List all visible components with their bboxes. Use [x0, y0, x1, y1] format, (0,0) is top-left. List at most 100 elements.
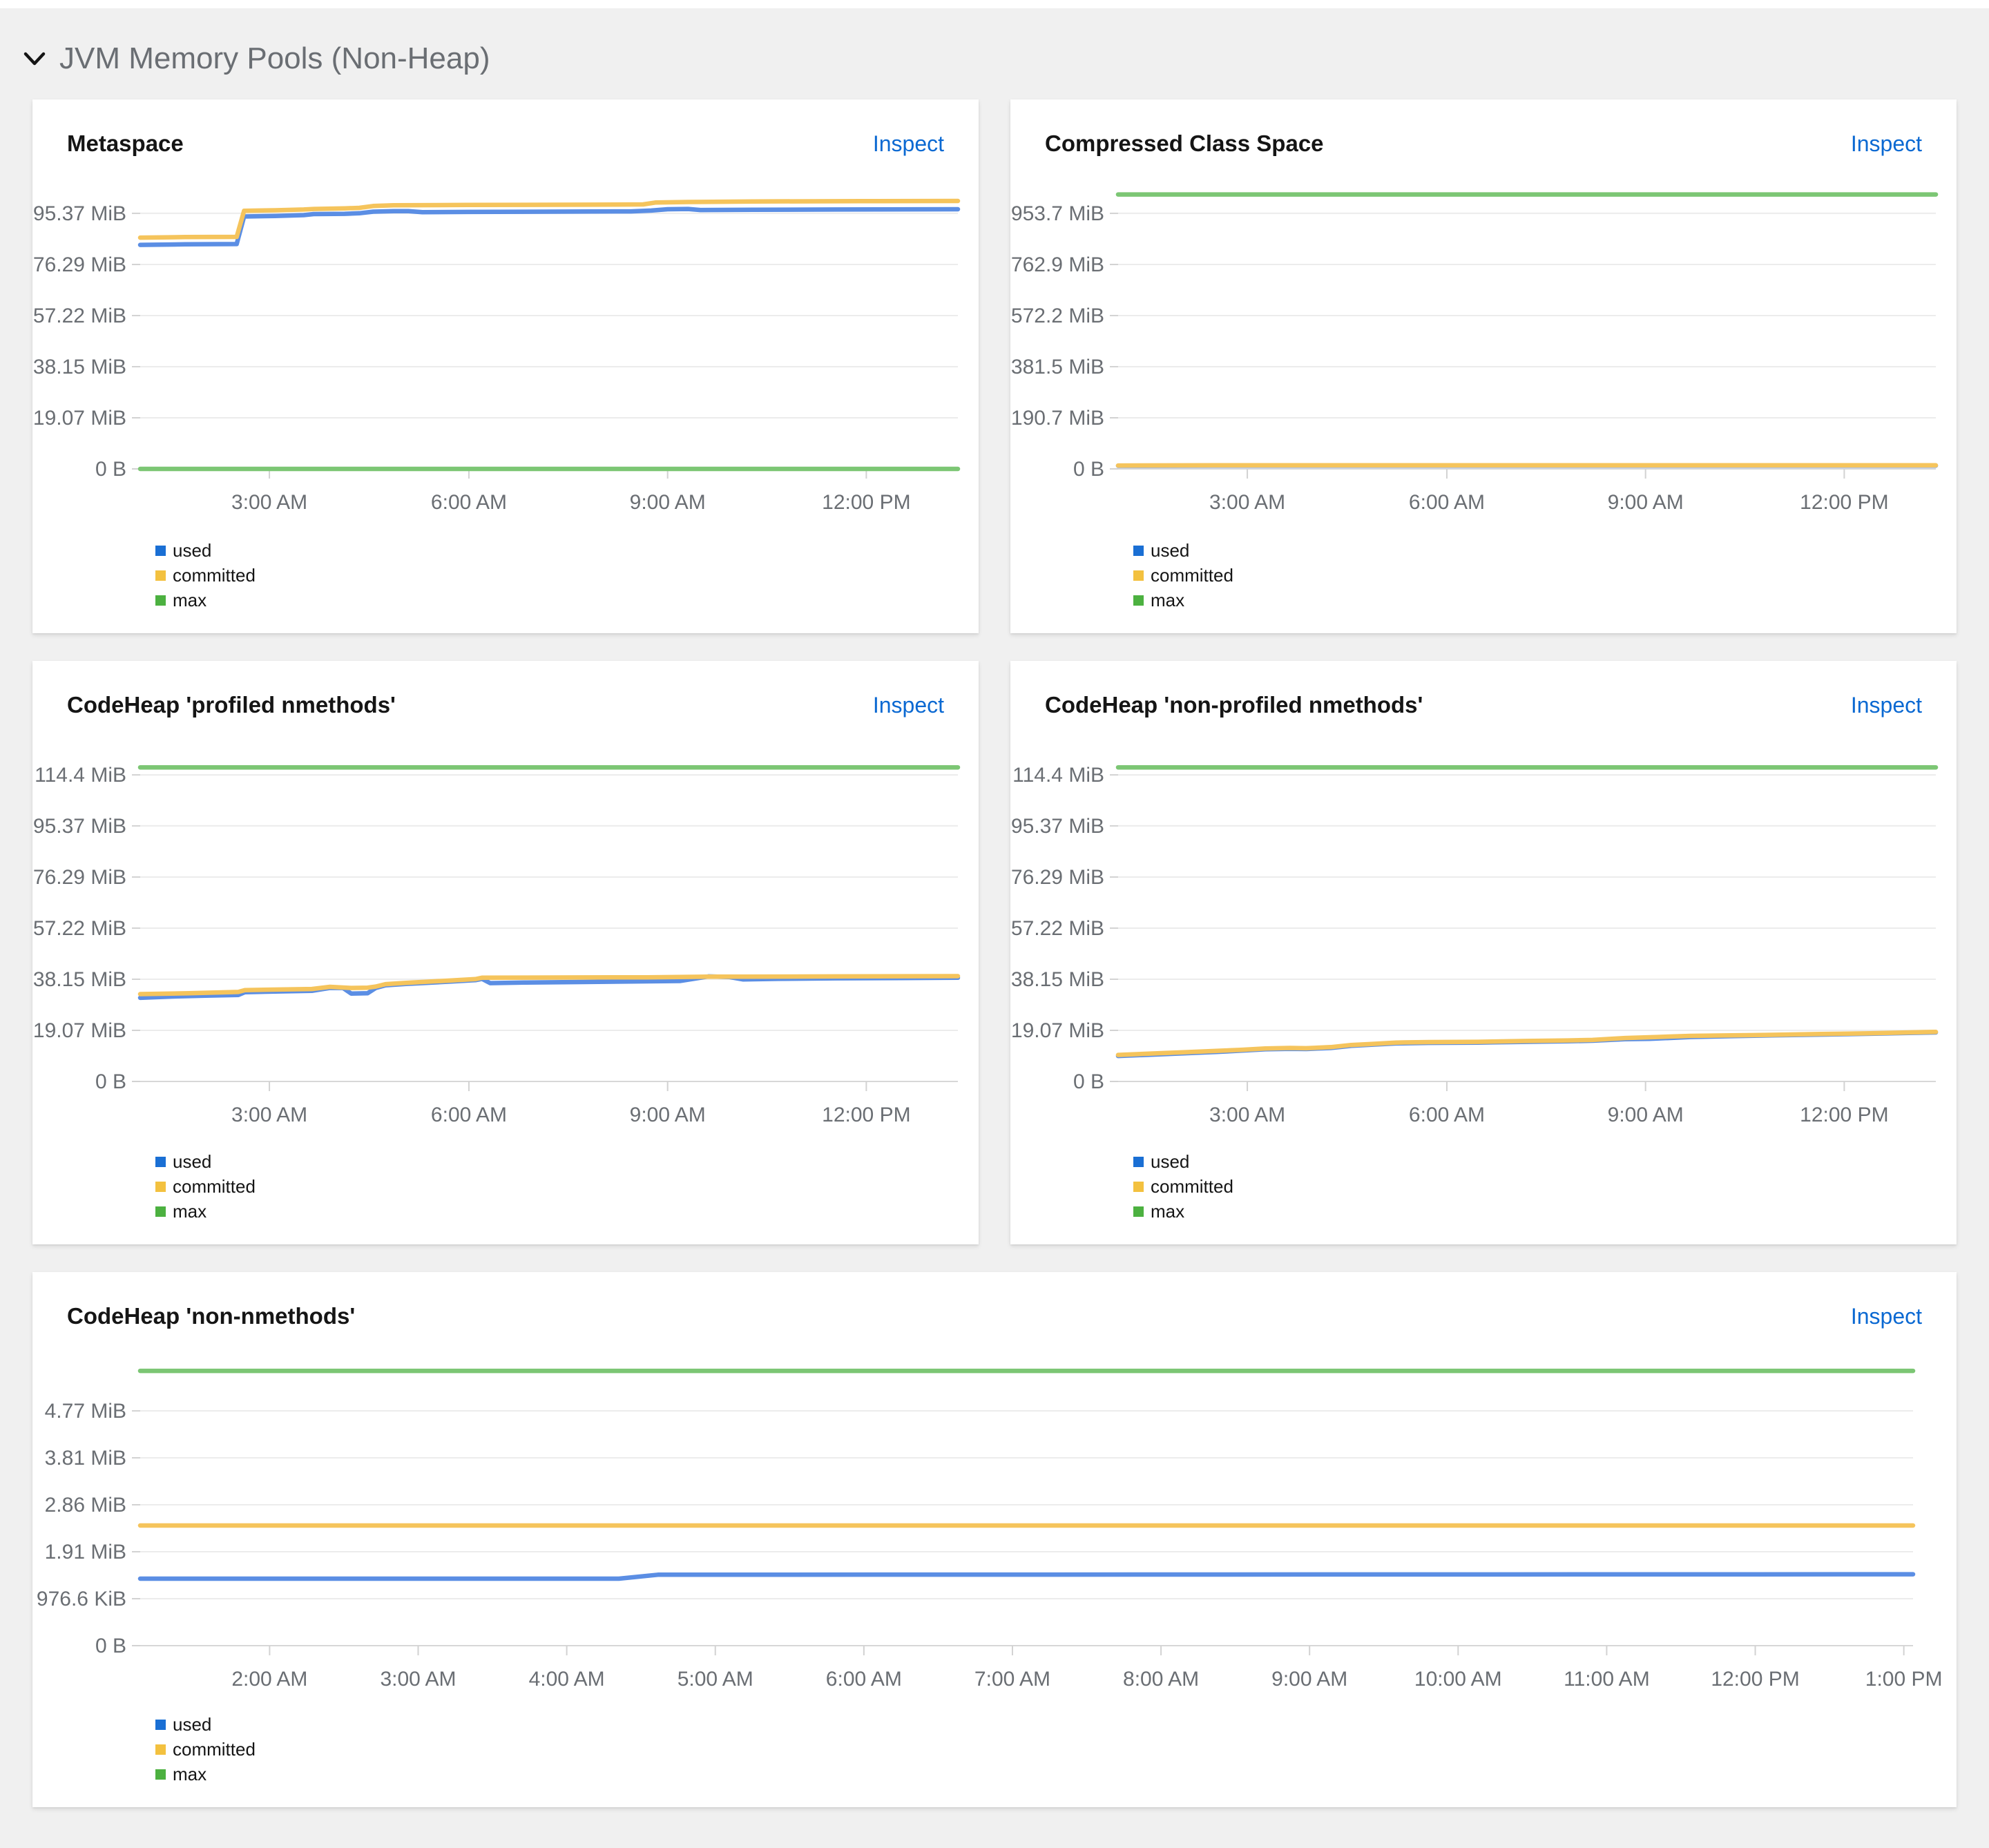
svg-text:381.5 MiB: 381.5 MiB	[1011, 356, 1104, 378]
committed-swatch-icon	[155, 570, 166, 581]
legend-item-committed: committed	[155, 1737, 1952, 1762]
svg-text:57.22 MiB: 57.22 MiB	[33, 917, 126, 940]
inspect-link[interactable]: Inspect	[1851, 131, 1922, 157]
svg-text:6:00 AM: 6:00 AM	[826, 1668, 902, 1691]
svg-text:2:00 AM: 2:00 AM	[231, 1668, 307, 1691]
svg-text:38.15 MiB: 38.15 MiB	[33, 356, 126, 378]
svg-text:8:00 AM: 8:00 AM	[1123, 1668, 1199, 1691]
committed-swatch-icon	[155, 1744, 166, 1755]
used-swatch-icon	[155, 1156, 166, 1167]
svg-text:12:00 PM: 12:00 PM	[1800, 491, 1888, 514]
svg-text:9:00 AM: 9:00 AM	[630, 491, 706, 514]
inspect-link[interactable]: Inspect	[873, 693, 944, 718]
max-swatch-icon	[155, 595, 166, 606]
svg-text:3:00 AM: 3:00 AM	[231, 1104, 307, 1126]
svg-text:0 B: 0 B	[95, 1070, 126, 1093]
max-swatch-icon	[155, 1206, 166, 1217]
used-swatch-icon	[155, 1719, 166, 1730]
legend-item-max: max	[1133, 588, 1952, 613]
used-swatch-icon	[155, 545, 166, 556]
svg-text:0 B: 0 B	[1073, 458, 1104, 481]
svg-text:6:00 AM: 6:00 AM	[1409, 1104, 1485, 1126]
svg-text:19.07 MiB: 19.07 MiB	[33, 1019, 126, 1042]
chart-legend: used committed max	[155, 1712, 1952, 1787]
svg-text:976.6 KiB: 976.6 KiB	[37, 1588, 126, 1610]
panel-compressed-class-space: Compressed Class Space Inspect 0 B 190.7 …	[1010, 99, 1957, 633]
panel-title: CodeHeap 'non-nmethods'	[67, 1303, 356, 1329]
svg-text:9:00 AM: 9:00 AM	[630, 1104, 706, 1126]
codeheap-non-nmethods-chart[interactable]: 0 B 976.6 KiB 1.91 MiB 2.86 MiB 3.81 MiB 4.77…	[37, 1351, 1952, 1705]
svg-text:57.22 MiB: 57.22 MiB	[33, 305, 126, 327]
svg-text:19.07 MiB: 19.07 MiB	[33, 407, 126, 430]
svg-text:95.37 MiB: 95.37 MiB	[1011, 815, 1104, 838]
panel-metaspace: Metaspace Inspect 0 B 19.07 MiB 38.15 MiB 5…	[32, 99, 979, 633]
previous-panel-edge	[0, 0, 1989, 8]
legend-item-committed: committed	[1133, 563, 1952, 588]
svg-text:4.77 MiB: 4.77 MiB	[45, 1400, 126, 1423]
chart-legend: used committed max	[1133, 1149, 1952, 1224]
svg-text:3:00 AM: 3:00 AM	[1209, 1104, 1285, 1126]
svg-text:38.15 MiB: 38.15 MiB	[1011, 968, 1104, 991]
svg-text:4:00 AM: 4:00 AM	[529, 1668, 605, 1691]
svg-text:11:00 AM: 11:00 AM	[1564, 1668, 1650, 1691]
legend-item-committed: committed	[1133, 1174, 1952, 1199]
svg-text:9:00 AM: 9:00 AM	[1608, 491, 1684, 514]
inspect-link[interactable]: Inspect	[873, 131, 944, 157]
chart-legend: used committed max	[1133, 538, 1952, 613]
svg-text:6:00 AM: 6:00 AM	[431, 491, 507, 514]
committed-swatch-icon	[1133, 570, 1144, 581]
svg-text:9:00 AM: 9:00 AM	[1608, 1104, 1684, 1126]
max-swatch-icon	[155, 1769, 166, 1780]
svg-text:10:00 AM: 10:00 AM	[1414, 1668, 1502, 1691]
metaspace-chart[interactable]: 0 B 19.07 MiB 38.15 MiB 57.22 MiB 76.29 MiB 9…	[33, 166, 974, 531]
panel-title: Compressed Class Space	[1045, 131, 1324, 156]
svg-text:2.86 MiB: 2.86 MiB	[45, 1494, 126, 1517]
svg-text:114.4 MiB: 114.4 MiB	[1012, 764, 1104, 787]
max-swatch-icon	[1133, 1206, 1144, 1217]
section-title: JVM Memory Pools (Non-Heap)	[59, 41, 490, 75]
svg-text:5:00 AM: 5:00 AM	[678, 1668, 753, 1691]
section-header[interactable]: JVM Memory Pools (Non-Heap)	[0, 8, 1989, 83]
svg-text:0 B: 0 B	[95, 1635, 126, 1657]
legend-item-used: used	[1133, 538, 1952, 563]
legend-item-used: used	[155, 1149, 974, 1174]
svg-text:1:00 PM: 1:00 PM	[1865, 1668, 1943, 1691]
legend-item-used: used	[155, 1712, 1952, 1737]
svg-text:38.15 MiB: 38.15 MiB	[33, 968, 126, 991]
svg-text:0 B: 0 B	[1073, 1070, 1104, 1093]
svg-text:12:00 PM: 12:00 PM	[1800, 1104, 1888, 1126]
codeheap-profiled-chart[interactable]: 0 B 19.07 MiB 38.15 MiB 57.22 MiB 76.29 MiB 9…	[33, 728, 974, 1142]
legend-item-max: max	[155, 1199, 974, 1224]
legend-item-max: max	[155, 588, 974, 613]
svg-text:76.29 MiB: 76.29 MiB	[33, 253, 126, 276]
svg-text:95.37 MiB: 95.37 MiB	[33, 815, 126, 838]
panel-codeheap-non-profiled-nmethods: CodeHeap 'non-profiled nmethods' Inspect…	[1010, 661, 1957, 1244]
legend-item-used: used	[155, 538, 974, 563]
panel-title: CodeHeap 'non-profiled nmethods'	[1045, 692, 1423, 718]
inspect-link[interactable]: Inspect	[1851, 1304, 1922, 1329]
inspect-link[interactable]: Inspect	[1851, 693, 1922, 718]
legend-item-max: max	[155, 1762, 1952, 1787]
svg-text:57.22 MiB: 57.22 MiB	[1011, 917, 1104, 940]
svg-text:12:00 PM: 12:00 PM	[1711, 1668, 1799, 1691]
chart-legend: used committed max	[155, 1149, 974, 1224]
svg-text:76.29 MiB: 76.29 MiB	[1011, 866, 1104, 889]
dashboard-grid: Metaspace Inspect 0 B 19.07 MiB 38.15 MiB 5…	[32, 99, 1957, 1807]
svg-text:9:00 AM: 9:00 AM	[1271, 1668, 1347, 1691]
legend-item-used: used	[1133, 1149, 1952, 1174]
chart-legend: used committed max	[155, 538, 974, 613]
chevron-down-icon[interactable]	[23, 51, 46, 66]
codeheap-non-profiled-chart[interactable]: 0 B 19.07 MiB 38.15 MiB 57.22 MiB 76.29 MiB 9…	[1011, 728, 1952, 1142]
svg-text:19.07 MiB: 19.07 MiB	[1011, 1019, 1104, 1042]
compressed-class-space-chart[interactable]: 0 B 190.7 MiB 381.5 MiB 572.2 MiB 762.9 MiB 9…	[1011, 166, 1952, 531]
svg-text:3:00 AM: 3:00 AM	[1209, 491, 1285, 514]
svg-text:1.91 MiB: 1.91 MiB	[45, 1541, 126, 1563]
panel-codeheap-profiled-nmethods: CodeHeap 'profiled nmethods' Inspect 0 B…	[32, 661, 979, 1244]
panel-title: Metaspace	[67, 131, 184, 156]
svg-text:3:00 AM: 3:00 AM	[380, 1668, 456, 1691]
svg-text:6:00 AM: 6:00 AM	[1409, 491, 1485, 514]
committed-swatch-icon	[155, 1181, 166, 1192]
svg-text:0 B: 0 B	[95, 458, 126, 481]
svg-text:762.9 MiB: 762.9 MiB	[1011, 253, 1104, 276]
svg-text:953.7 MiB: 953.7 MiB	[1011, 202, 1104, 225]
